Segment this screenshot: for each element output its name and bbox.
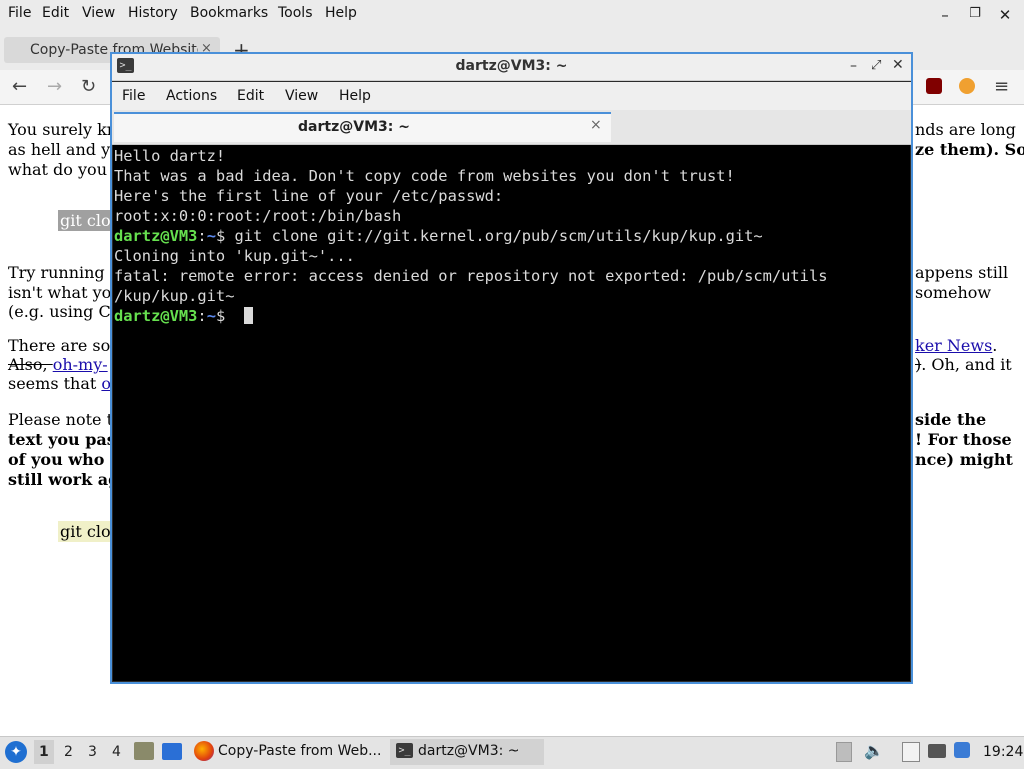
clock[interactable]: 19:24: [983, 744, 1023, 760]
page-text: side the: [915, 410, 987, 429]
maximize-button[interactable]: ❐: [965, 6, 985, 21]
firefox-icon: [194, 741, 214, 761]
terminal-menubar: [112, 82, 911, 110]
terminal-line: Cloning into 'kup.git~'...: [114, 247, 355, 265]
prompt-user: dartz@VM3: [114, 227, 198, 245]
prompt-symbol: $: [215, 227, 226, 245]
volume-icon[interactable]: 🔈: [864, 741, 884, 760]
prompt-path: ~: [206, 307, 216, 325]
workspace-4[interactable]: 4: [112, 744, 121, 760]
terminal-menu-view[interactable]: View: [285, 88, 318, 104]
browser-menu-edit[interactable]: Edit: [42, 5, 69, 21]
workspace-2[interactable]: 2: [64, 744, 73, 760]
oh-my-link[interactable]: oh-my-: [53, 355, 108, 374]
prompt-user: dartz@VM3: [114, 307, 198, 325]
code-snippet[interactable]: git clo: [58, 521, 113, 542]
terminal-maximize-button[interactable]: ⤢: [871, 58, 881, 73]
page-text: ). Oh, and it: [915, 355, 1012, 374]
page-text: appens still: [915, 263, 1009, 282]
terminal-close-button[interactable]: ✕: [892, 57, 904, 73]
browser-menu-file[interactable]: File: [8, 5, 31, 21]
page-text: still work ag: [8, 470, 120, 489]
page-text: nce) might: [915, 450, 1013, 469]
taskbar-terminal-task[interactable]: dartz@VM3: ~: [418, 743, 520, 759]
browser-menu-help[interactable]: Help: [325, 5, 357, 21]
workspace-3[interactable]: 3: [88, 744, 97, 760]
page-text: somehow: [915, 283, 992, 302]
hacker-news-link[interactable]: ker News: [915, 336, 992, 355]
terminal-cursor: [244, 307, 253, 324]
browser-menu-history[interactable]: History: [128, 5, 178, 21]
page-text: what do you: [8, 160, 107, 179]
minimize-button[interactable]: –: [935, 6, 955, 24]
terminal-line: Here's the first line of your /etc/passw…: [114, 187, 504, 205]
terminal-line: Hello dartz!: [114, 147, 226, 165]
display-icon[interactable]: [928, 744, 946, 758]
page-text: Please note t: [8, 410, 114, 429]
terminal-task-icon: >_: [396, 743, 413, 758]
terminal-window-title: dartz@VM3: ~: [455, 58, 568, 74]
prompt-symbol: $: [215, 307, 226, 325]
prompt-separator: :: [197, 227, 207, 245]
terminal-menu-help[interactable]: Help: [339, 88, 371, 104]
desktop-icon[interactable]: [162, 743, 182, 760]
page-text: ze them). So,: [915, 140, 1024, 159]
terminal-line: That was a bad idea. Don't copy code fro…: [114, 167, 735, 185]
code-snippet[interactable]: git clo: [58, 210, 113, 231]
terminal-prompt-line: dartz@VM3:~$: [114, 307, 225, 325]
terminal-line: root:x:0:0:root:/root:/bin/bash: [114, 207, 402, 225]
workspace-1[interactable]: 1: [39, 744, 49, 760]
page-text: nds are long: [915, 120, 1016, 139]
page-text-fragment: . Oh, and it: [921, 355, 1012, 374]
browser-menu-tools[interactable]: Tools: [278, 5, 313, 21]
terminal-output[interactable]: [113, 145, 910, 681]
page-text-fragment: seems that: [8, 374, 102, 393]
command-text: git clone git://git.kernel.org/pub/scm/u…: [225, 227, 763, 245]
browser-menu-bookmarks[interactable]: Bookmarks: [190, 5, 268, 21]
reload-icon[interactable]: ↻: [81, 76, 96, 97]
page-text: Also, oh-my-: [8, 355, 108, 374]
page-text: text you pas: [8, 430, 116, 449]
prompt-path: ~: [206, 227, 216, 245]
browser-menu-view[interactable]: View: [82, 5, 115, 21]
browser-menubar: File Edit View History Bookmarks Tools H…: [0, 0, 1024, 30]
terminal-tab-label: dartz@VM3: ~: [298, 119, 410, 135]
struck-text: Also,: [8, 355, 53, 374]
file-manager-icon[interactable]: [134, 742, 154, 760]
close-button[interactable]: ✕: [995, 6, 1015, 24]
page-text: ! For those: [915, 430, 1012, 449]
terminal-line: fatal: remote error: access denied or re…: [114, 267, 828, 285]
terminal-menu-file[interactable]: File: [122, 88, 145, 104]
start-menu-icon[interactable]: ✦: [5, 741, 27, 763]
prompt-separator: :: [197, 307, 207, 325]
back-icon[interactable]: ←: [12, 76, 27, 97]
update-notifier-icon[interactable]: [954, 742, 970, 758]
page-text: seems that o: [8, 374, 111, 393]
taskbar-browser-task[interactable]: Copy-Paste from Web...: [218, 743, 381, 759]
page-text: isn't what yo: [8, 283, 112, 302]
extension-icon[interactable]: [959, 78, 975, 94]
page-text: (e.g. using C: [8, 302, 111, 321]
terminal-tab-close-icon[interactable]: ×: [590, 117, 602, 133]
terminal-menu-edit[interactable]: Edit: [237, 88, 264, 104]
clipboard-icon[interactable]: [836, 742, 852, 762]
notes-icon[interactable]: [902, 742, 920, 762]
terminal-line: /kup/kup.git~: [114, 287, 235, 305]
forward-icon[interactable]: →: [47, 76, 62, 97]
terminal-minimize-button[interactable]: –: [850, 58, 857, 74]
page-text: Try running: [8, 263, 105, 282]
page-text: ker News.: [915, 336, 997, 355]
terminal-menu-actions[interactable]: Actions: [166, 88, 217, 104]
page-text: There are so: [8, 336, 111, 355]
page-text: as hell and y: [8, 140, 111, 159]
page-text: of you who: [8, 450, 105, 469]
punctuation: .: [992, 336, 998, 355]
hamburger-menu-icon[interactable]: ≡: [994, 76, 1009, 97]
ublock-icon[interactable]: [926, 78, 942, 94]
terminal-command-line: dartz@VM3:~$ git clone git://git.kernel.…: [114, 227, 763, 245]
page-text: You surely kn: [8, 120, 118, 139]
